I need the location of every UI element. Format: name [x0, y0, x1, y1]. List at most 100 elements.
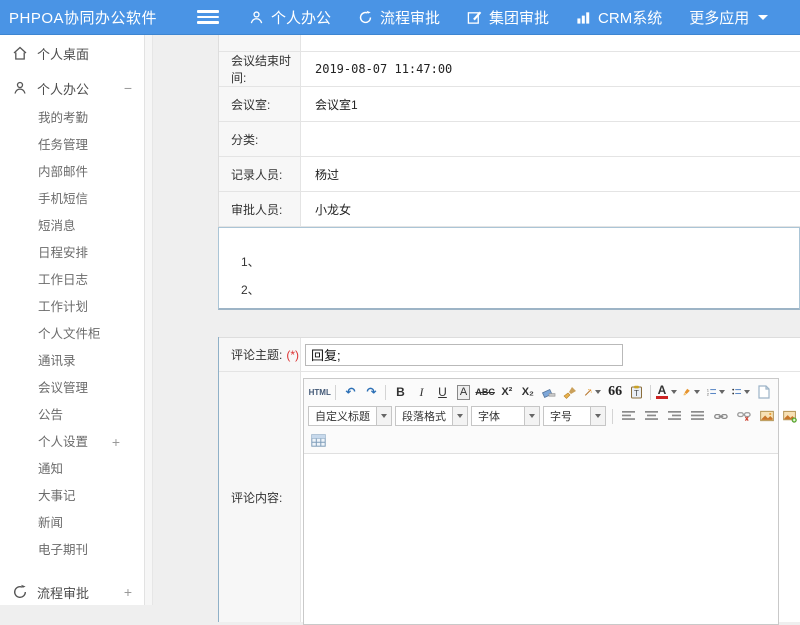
sidebar-item-label: 工作计划: [38, 294, 88, 321]
sidebar-item-work-plan[interactable]: 工作计划: [0, 294, 144, 321]
sidebar: 个人桌面 个人办公 − 我的考勤 任务管理 内部邮件 手机短信 短消息 日程安排…: [0, 35, 145, 605]
subscript-button[interactable]: X₂: [518, 383, 538, 402]
sidebar-item-e-journal[interactable]: 电子期刊: [0, 537, 144, 564]
sidebar-item-short-message[interactable]: 短消息: [0, 213, 144, 240]
insert-link-icon[interactable]: [711, 407, 731, 426]
chevron-down-icon: [590, 407, 605, 425]
underline-button[interactable]: U: [432, 383, 452, 402]
top-bar: PHPOA协同办公软件 个人办公 流程审批 集团审批 CRM系统: [0, 0, 800, 35]
sidebar-item-personal-files[interactable]: 个人文件柜: [0, 321, 144, 348]
nav-personal-office[interactable]: 个人办公: [249, 7, 331, 28]
heading-select[interactable]: 自定义标题: [308, 406, 392, 426]
table-row: [219, 35, 800, 52]
sidebar-item-meeting-management[interactable]: 会议管理: [0, 375, 144, 402]
sidebar-item-news[interactable]: 新闻: [0, 510, 144, 537]
italic-button[interactable]: I: [411, 383, 431, 402]
sidebar-item-personal-settings[interactable]: 个人设置 +: [0, 429, 144, 456]
sidebar-item-task-management[interactable]: 任务管理: [0, 132, 144, 159]
sidebar-item-label: 通知: [38, 456, 63, 483]
insert-image-icon[interactable]: [757, 407, 777, 426]
main-content: 会议结束时间: 2019-08-07 11:47:00 会议室: 会议室1 分类…: [153, 35, 800, 605]
comment-content-row: 评论内容: HTML ↶ ↷ B I: [219, 372, 800, 622]
font-family-select[interactable]: 字体: [471, 406, 540, 426]
html-source-button[interactable]: HTML: [308, 383, 331, 402]
nav-crm-system[interactable]: CRM系统: [576, 7, 662, 28]
field-label: 记录人员:: [219, 157, 301, 191]
quick-format-icon[interactable]: [581, 383, 604, 402]
chevron-down-icon: [744, 390, 750, 394]
required-mark: (*): [286, 348, 299, 362]
sidebar-item-announcement[interactable]: 公告: [0, 402, 144, 429]
align-left-icon[interactable]: [619, 407, 639, 426]
process-refresh-icon: [12, 584, 28, 600]
align-justify-icon[interactable]: [688, 407, 708, 426]
eraser-icon[interactable]: [539, 383, 559, 402]
sidebar-item-work-log[interactable]: 工作日志: [0, 267, 144, 294]
sidebar-item-label: 个人桌面: [37, 44, 89, 63]
sidebar-item-label: 短消息: [38, 213, 76, 240]
nav-label: CRM系统: [598, 7, 662, 28]
undo-button[interactable]: ↶: [340, 383, 360, 402]
insert-table-icon[interactable]: [308, 431, 329, 450]
new-document-icon[interactable]: [754, 383, 774, 402]
edit-square-icon: [467, 10, 482, 25]
comment-subject-input[interactable]: [305, 344, 623, 366]
font-color-button[interactable]: A: [655, 383, 678, 402]
sidebar-item-contacts[interactable]: 通讯录: [0, 348, 144, 375]
editor-toolbar: HTML ↶ ↷ B I U A ABC X²: [304, 379, 778, 454]
paste-text-icon[interactable]: T: [626, 383, 646, 402]
field-label: 审批人员:: [219, 192, 301, 226]
menu-toggle-icon[interactable]: [197, 8, 219, 26]
bold-button[interactable]: B: [390, 383, 410, 402]
svg-text:2: 2: [707, 392, 709, 396]
nav-label: 集团审批: [489, 7, 549, 28]
expand-icon[interactable]: +: [112, 429, 120, 456]
expand-icon[interactable]: +: [124, 584, 132, 600]
sidebar-item-label: 公告: [38, 402, 63, 429]
strikethrough-button[interactable]: ABC: [474, 383, 495, 402]
field-label: 评论主题: (*): [219, 338, 301, 371]
unordered-list-icon[interactable]: [729, 383, 753, 402]
superscript-button[interactable]: X²: [497, 383, 517, 402]
sidebar-item-label: 大事记: [38, 483, 76, 510]
chevron-down-icon: [671, 390, 677, 394]
editor-content-area[interactable]: [304, 454, 778, 624]
nav-more-apps[interactable]: 更多应用: [689, 7, 768, 28]
upload-image-icon[interactable]: [780, 407, 800, 426]
nav-workflow-approval[interactable]: 流程审批: [358, 7, 440, 28]
align-right-icon[interactable]: [665, 407, 685, 426]
remove-link-icon[interactable]: [734, 407, 754, 426]
paragraph-format-select[interactable]: 段落格式: [395, 406, 468, 426]
sidebar-item-schedule[interactable]: 日程安排: [0, 240, 144, 267]
sidebar-item-label: 流程审批: [37, 583, 89, 602]
ordered-list-icon[interactable]: 12: [704, 383, 728, 402]
font-style-button[interactable]: A: [453, 383, 473, 402]
redo-button[interactable]: ↷: [361, 383, 381, 402]
sidebar-item-desktop[interactable]: 个人桌面: [0, 35, 144, 71]
align-center-icon[interactable]: [642, 407, 662, 426]
highlight-color-icon[interactable]: [679, 383, 703, 402]
comment-subject-row: 评论主题: (*): [219, 337, 800, 372]
font-size-select[interactable]: 字号: [543, 406, 606, 426]
minutes-line: 1、: [241, 248, 799, 276]
sidebar-item-label: 新闻: [38, 510, 63, 537]
chevron-down-icon: [376, 407, 391, 425]
sidebar-item-notice[interactable]: 通知: [0, 456, 144, 483]
chevron-down-icon: [694, 390, 700, 394]
rich-text-editor: HTML ↶ ↷ B I U A ABC X²: [303, 378, 779, 625]
collapse-icon[interactable]: −: [124, 80, 132, 96]
sidebar-item-my-attendance[interactable]: 我的考勤: [0, 105, 144, 132]
sidebar-item-sms[interactable]: 手机短信: [0, 186, 144, 213]
format-brush-icon[interactable]: [560, 383, 580, 402]
sidebar-item-major-events[interactable]: 大事记: [0, 483, 144, 510]
sidebar-item-label: 个人文件柜: [38, 321, 101, 348]
bar-chart-icon: [576, 10, 591, 25]
top-nav: 个人办公 流程审批 集团审批 CRM系统 更多应用: [249, 7, 768, 28]
blockquote-button[interactable]: 66: [605, 383, 625, 402]
sidebar-item-personal-office[interactable]: 个人办公 −: [0, 71, 144, 105]
nav-group-approval[interactable]: 集团审批: [467, 7, 549, 28]
sidebar-item-internal-mail[interactable]: 内部邮件: [0, 159, 144, 186]
sidebar-scrollbar[interactable]: [145, 35, 153, 605]
chevron-down-icon: [452, 407, 467, 425]
sidebar-item-label: 通讯录: [38, 348, 76, 375]
